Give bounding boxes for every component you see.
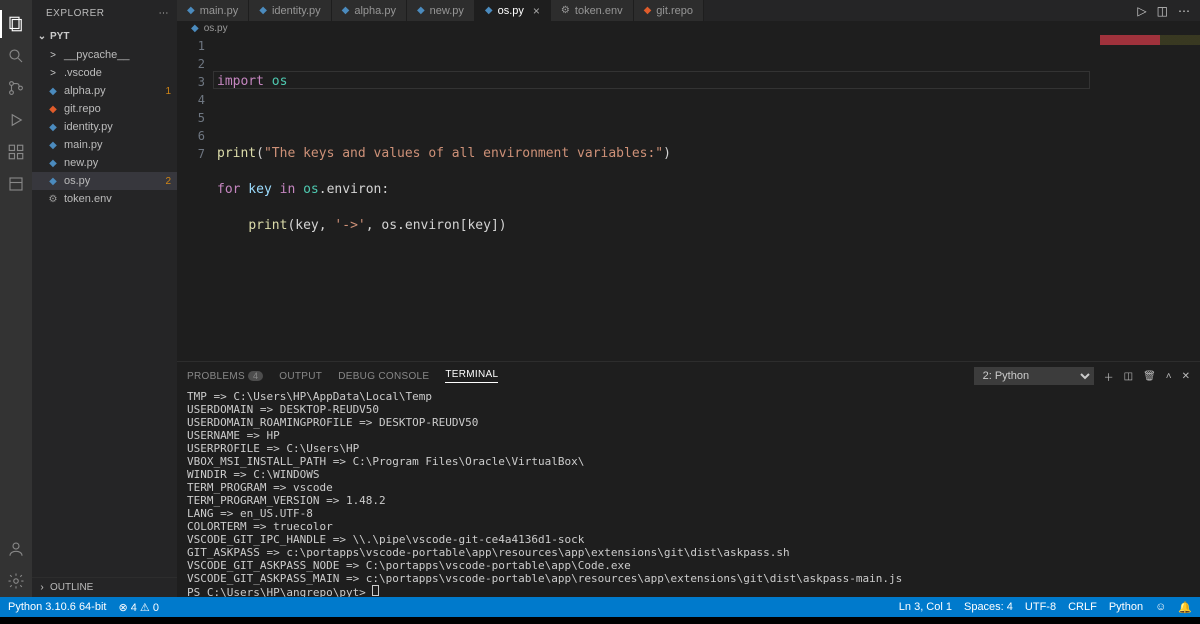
tab-identity.py[interactable]: ◆identity.py [249, 0, 331, 21]
kill-terminal-icon[interactable]: 🗑 [1143, 371, 1156, 382]
status-encoding[interactable]: UTF-8 [1025, 601, 1056, 613]
panel-tabs: PROBLEMS4 OUTPUT DEBUG CONSOLE TERMINAL … [177, 362, 1200, 390]
tab-debug-console[interactable]: DEBUG CONSOLE [338, 371, 429, 382]
status-python[interactable]: Python 3.10.6 64-bit [8, 601, 106, 613]
status-ln-col[interactable]: Ln 3, Col 1 [899, 601, 952, 613]
terminal-output[interactable]: TMP => C:\Users\HP\AppData\Local\TempUSE… [177, 390, 1200, 597]
bottom-panel: PROBLEMS4 OUTPUT DEBUG CONSOLE TERMINAL … [177, 361, 1200, 597]
new-terminal-icon[interactable]: ＋ [1104, 369, 1114, 384]
close-panel-icon[interactable]: ✕ [1182, 371, 1190, 382]
file-token.env[interactable]: ⚙token.env [32, 190, 177, 208]
file-.vscode[interactable]: >.vscode [32, 64, 177, 82]
status-bar: Python 3.10.6 64-bit ⊗ 4 ⚠ 0 Ln 3, Col 1… [0, 597, 1200, 617]
code-lines[interactable]: import os print("The keys and values of … [217, 35, 1200, 361]
explorer-icon[interactable] [0, 8, 32, 40]
tab-terminal[interactable]: TERMINAL [445, 369, 498, 383]
close-tab-icon[interactable]: × [533, 4, 540, 18]
layout-icon[interactable] [0, 168, 32, 200]
more-actions-icon[interactable]: ⋯ [1178, 4, 1190, 18]
account-icon[interactable] [0, 533, 32, 565]
source-control-icon[interactable] [0, 72, 32, 104]
activity-bar [0, 0, 32, 597]
run-icon[interactable]: ▷ [1137, 4, 1146, 18]
tab-token.env[interactable]: ⚙token.env [551, 0, 634, 21]
file-identity.py[interactable]: ◆identity.py [32, 118, 177, 136]
status-feedback-icon[interactable]: ☺ [1155, 601, 1166, 613]
file-main.py[interactable]: ◆main.py [32, 136, 177, 154]
tab-problems[interactable]: PROBLEMS4 [187, 371, 263, 382]
tab-output[interactable]: OUTPUT [279, 371, 322, 382]
file-alpha.py[interactable]: ◆alpha.py1 [32, 82, 177, 100]
tab-os.py[interactable]: ◆os.py× [475, 0, 551, 21]
project-root[interactable]: ⌄PYT [32, 26, 177, 46]
search-icon[interactable] [0, 40, 32, 72]
file-git.repo[interactable]: ◆git.repo [32, 100, 177, 118]
editor-area: ◆main.py◆identity.py◆alpha.py◆new.py◆os.… [177, 0, 1200, 597]
file-icon: ◆ [191, 23, 199, 34]
file-os.py[interactable]: ◆os.py2 [32, 172, 177, 190]
tab-alpha.py[interactable]: ◆alpha.py [332, 0, 407, 21]
status-eol[interactable]: CRLF [1068, 601, 1097, 613]
extensions-icon[interactable] [0, 136, 32, 168]
status-language[interactable]: Python [1109, 601, 1143, 613]
breadcrumb-file: os.py [204, 23, 228, 34]
run-debug-icon[interactable] [0, 104, 32, 136]
maximize-panel-icon[interactable]: ˄ [1166, 371, 1172, 382]
explorer-sidebar: EXPLORER ⋯ ⌄PYT >__pycache__>.vscode◆alp… [32, 0, 177, 597]
taskbar [0, 617, 1200, 624]
status-problems[interactable]: ⊗ 4 ⚠ 0 [118, 601, 158, 614]
editor-tabs: ◆main.py◆identity.py◆alpha.py◆new.py◆os.… [177, 0, 1200, 21]
split-terminal-icon[interactable]: ◫ [1124, 371, 1133, 382]
file-tree: >__pycache__>.vscode◆alpha.py1◆git.repo◆… [32, 46, 177, 208]
tab-git.repo[interactable]: ◆git.repo [634, 0, 704, 21]
terminal-selector[interactable]: 2: Python [974, 367, 1094, 385]
minimap[interactable] [1100, 35, 1200, 45]
line-gutter: 1234567 [177, 35, 217, 361]
file-new.py[interactable]: ◆new.py [32, 154, 177, 172]
outline-section[interactable]: ›OUTLINE [32, 577, 177, 597]
status-bell-icon[interactable]: 🔔 [1178, 601, 1192, 614]
status-spaces[interactable]: Spaces: 4 [964, 601, 1013, 613]
tab-main.py[interactable]: ◆main.py [177, 0, 249, 21]
breadcrumb[interactable]: ◆ os.py [177, 21, 1200, 35]
settings-gear-icon[interactable] [0, 565, 32, 597]
split-editor-icon[interactable]: ◫ [1157, 4, 1168, 18]
sidebar-more-icon[interactable]: ⋯ [159, 8, 170, 19]
file-__pycache__[interactable]: >__pycache__ [32, 46, 177, 64]
sidebar-title: EXPLORER ⋯ [32, 0, 177, 26]
tab-new.py[interactable]: ◆new.py [407, 0, 475, 21]
code-editor[interactable]: 1234567 import os print("The keys and va… [177, 35, 1200, 361]
